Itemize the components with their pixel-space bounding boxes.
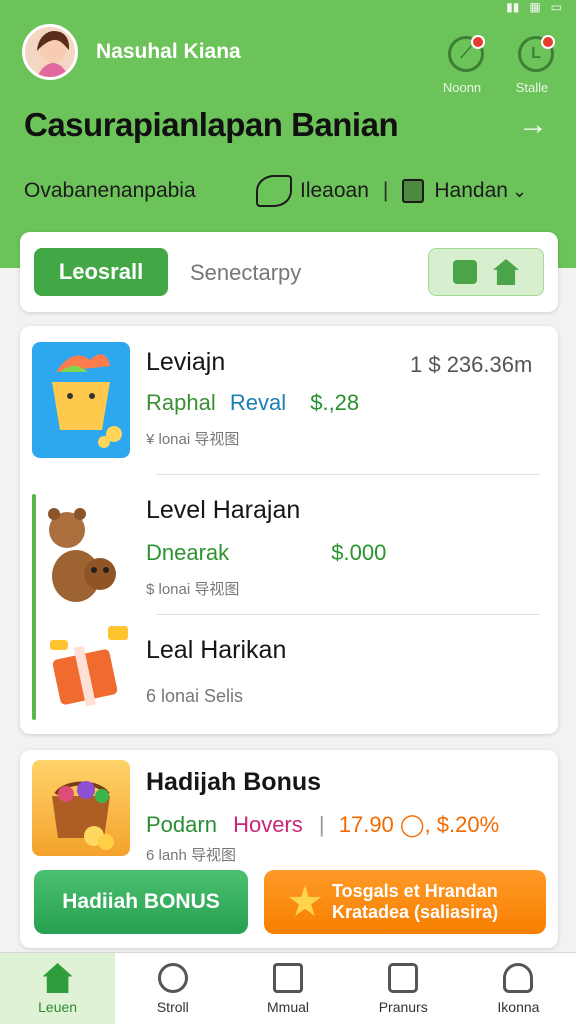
status-bar: ▮▮ ▦ ▭ (506, 0, 562, 14)
bonus-secondary-label: Tosgals et Hrandan Kratadea (saliasira) (332, 881, 499, 922)
item-title: Leviajn (146, 348, 226, 376)
item-tag: Dnearak (146, 540, 230, 565)
notification-button[interactable]: ⟋ Noonn (443, 35, 486, 95)
star-icon (288, 885, 322, 916)
wifi-icon: ▦ (529, 0, 541, 14)
leaf-icon (256, 175, 292, 207)
calendar-icon[interactable] (453, 260, 477, 284)
filter-actions (428, 248, 544, 296)
map-icon (273, 963, 303, 993)
filter-active-button[interactable]: Leosrall (34, 248, 168, 296)
bag-icon (402, 179, 425, 203)
bonus-tag: Podarn (146, 812, 217, 837)
subnav: Ovabanenanpabia Ileaoan | Handan ⌄ (24, 174, 564, 208)
app-screen: ▮▮ ▦ ▭ Nasuhal Kiana ⟋ Noonn L Stalle Ca… (0, 0, 576, 1024)
bag-icon (388, 963, 419, 993)
status-label: Stalle (515, 80, 549, 95)
filter-secondary[interactable]: Senectarpy (190, 260, 301, 286)
subnav-primary[interactable]: Ovabanenanpabia (24, 179, 256, 203)
bonus-separator: | (318, 812, 325, 837)
bonus-tag: Hovers (233, 812, 303, 837)
reward-cup-icon (32, 342, 130, 458)
chevron-down-icon[interactable]: ⌄ (512, 181, 527, 202)
compass-icon (157, 963, 188, 993)
nav-label: Pranurs (378, 999, 428, 1015)
divider (156, 474, 540, 475)
list-item[interactable]: Leal Harikan 6 lonai Selis (20, 616, 558, 726)
subnav-item-one[interactable]: Ileaoan (300, 179, 369, 203)
item-amount: $.000 (331, 540, 387, 565)
item-tag: Reval (229, 390, 287, 415)
notification-dot (471, 35, 485, 49)
page-title: Casurapianlapan Banian (24, 106, 399, 143)
status-dot (541, 35, 555, 49)
nav-label: Stroll (156, 999, 189, 1015)
subnav-separator: | (382, 179, 389, 202)
bonus-card: Hadijah Bonus Podarn Hovers | 17.90 ◯, $… (20, 750, 558, 948)
item-title: Leal Harikan (146, 636, 287, 664)
clock-icon: L (518, 35, 555, 72)
notification-label: Noonn (442, 80, 482, 95)
nav-item-manual[interactable]: Mmual (230, 953, 345, 1024)
divider (156, 614, 540, 615)
nav-item-pranurs[interactable]: 11 Pranurs (346, 953, 461, 1024)
gift-basket-icon (32, 760, 130, 856)
signal-icon: ▮▮ (506, 0, 520, 14)
bonus-tags: Podarn Hovers | 17.90 ◯, $.20% (146, 812, 499, 838)
item-tags: Dnearak $.000 (146, 540, 386, 566)
battery-icon: ▭ (550, 0, 562, 14)
bonus-value: 17.90 ◯, $.20% (338, 812, 500, 837)
item-price: 1 $ 236.36m (410, 352, 533, 377)
compass-icon: ⟋ (448, 35, 485, 72)
item-meta: $ lonai 导视图 (146, 581, 240, 598)
bonus-secondary-button[interactable]: Tosgals et Hrandan Kratadea (saliasira) (264, 870, 546, 934)
item-tags: Raphal Reval $.,28 (146, 390, 359, 416)
status-button[interactable]: L Stalle (516, 35, 556, 95)
nav-label: Mmual (267, 999, 310, 1015)
item-amount: $.,28 (310, 390, 360, 415)
bottom-nav: Leuen Stroll Mmual 11 Pranurs Ikonna (0, 952, 576, 1024)
user-name: Nasuhal Kiana (96, 40, 241, 63)
list-item[interactable]: Leviajn 1 $ 236.36m Raphal Reval $.,28 ¥… (20, 326, 558, 476)
gift-icon (32, 616, 130, 716)
user-icon (503, 963, 534, 993)
bear-icon (32, 496, 130, 612)
arrow-right-icon[interactable]: → (518, 108, 548, 142)
avatar[interactable] (22, 24, 78, 80)
subnav-item-two[interactable]: Handan (434, 179, 508, 203)
list-item[interactable]: Level Harajan Dnearak $.000 $ lonai 导视图 (20, 476, 558, 616)
nav-label: Leuen (38, 999, 78, 1015)
filter-card: Leosrall Senectarpy (20, 232, 558, 312)
home-icon[interactable] (493, 259, 519, 285)
items-card: Leviajn 1 $ 236.36m Raphal Reval $.,28 ¥… (20, 326, 558, 734)
item-tag: Raphal (146, 390, 216, 415)
item-title: Level Harajan (146, 496, 301, 524)
nav-label: Ikonna (497, 999, 540, 1015)
bonus-title: Hadijah Bonus (146, 768, 322, 796)
home-icon (42, 963, 73, 993)
nav-item-home[interactable]: Leuen (0, 953, 116, 1024)
item-meta: ¥ lonai 导视图 (146, 431, 240, 448)
nav-item-profile[interactable]: Ikonna (461, 953, 576, 1024)
item-meta: 6 lonai Selis (146, 686, 244, 706)
bonus-meta: 6 lanh 导视图 (146, 847, 237, 864)
bonus-primary-button[interactable]: Hadiiah BONUS (34, 870, 248, 934)
nav-item-stroll[interactable]: Stroll (115, 953, 230, 1024)
